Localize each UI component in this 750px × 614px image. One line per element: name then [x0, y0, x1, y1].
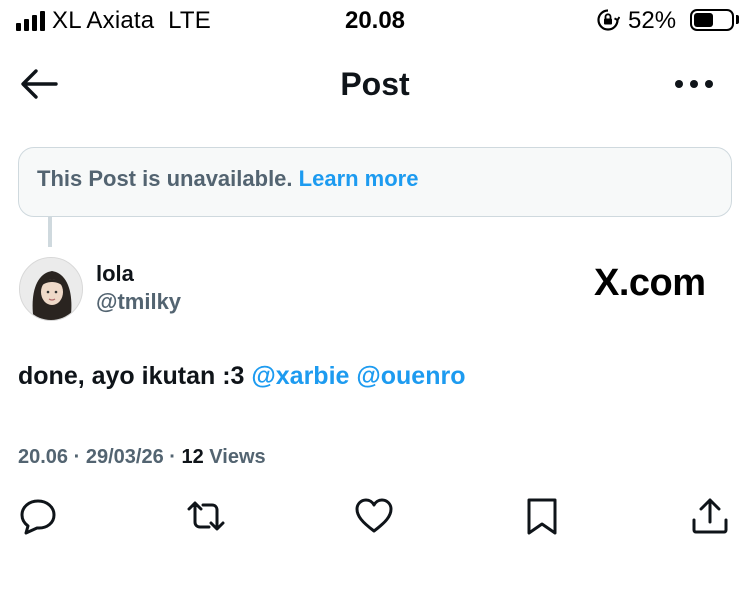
avatar-image: [20, 258, 82, 320]
orientation-lock-icon: [597, 9, 620, 31]
post-meta: 20.06 · 29/03/26 · 12 Views: [18, 446, 266, 469]
more-dots-icon: [675, 80, 713, 88]
like-icon: [355, 498, 393, 533]
post-time[interactable]: 20.06: [18, 446, 68, 468]
x-com-watermark: X.com: [594, 262, 706, 304]
post-date[interactable]: 29/03/26: [86, 446, 164, 468]
author-name[interactable]: lola: [96, 261, 134, 287]
meta-separator: ·: [163, 446, 182, 468]
battery-percent: 52%: [628, 7, 677, 34]
views-count: 12: [181, 446, 204, 468]
bookmark-icon: [527, 498, 557, 535]
repost-icon: [187, 501, 225, 531]
mention-link[interactable]: @ouenro: [356, 362, 465, 390]
more-button[interactable]: [670, 70, 718, 98]
author-handle[interactable]: @tmilky: [96, 289, 181, 315]
mention-link[interactable]: @xarbie: [251, 362, 349, 390]
reply-icon: [20, 499, 56, 535]
views-label: Views: [209, 446, 266, 468]
share-icon: [692, 498, 728, 534]
reply-button[interactable]: [18, 496, 58, 536]
unavailable-post-notice: This Post is unavailable. Learn more: [18, 147, 732, 217]
notice-text: This Post is unavailable.: [37, 166, 293, 191]
like-button[interactable]: [354, 496, 394, 536]
learn-more-link[interactable]: Learn more: [299, 166, 419, 191]
page-title: Post: [340, 66, 410, 102]
battery-tip: [736, 15, 739, 24]
thread-connector-line: [48, 217, 52, 247]
repost-button[interactable]: [186, 496, 226, 536]
avatar[interactable]: [19, 257, 83, 321]
meta-separator: ·: [68, 446, 86, 468]
share-button[interactable]: [690, 496, 730, 536]
post-body: done, ayo ikutan :3: [18, 362, 245, 390]
post-text: done, ayo ikutan :3 @xarbie @ouenro: [18, 362, 466, 391]
bookmark-button[interactable]: [522, 496, 562, 536]
status-bar: XL Axiata LTE 20.08 52%: [0, 0, 750, 42]
battery-fill: [694, 13, 713, 27]
battery-icon: [690, 9, 734, 31]
notice-text-line: This Post is unavailable. Learn more: [37, 166, 418, 192]
